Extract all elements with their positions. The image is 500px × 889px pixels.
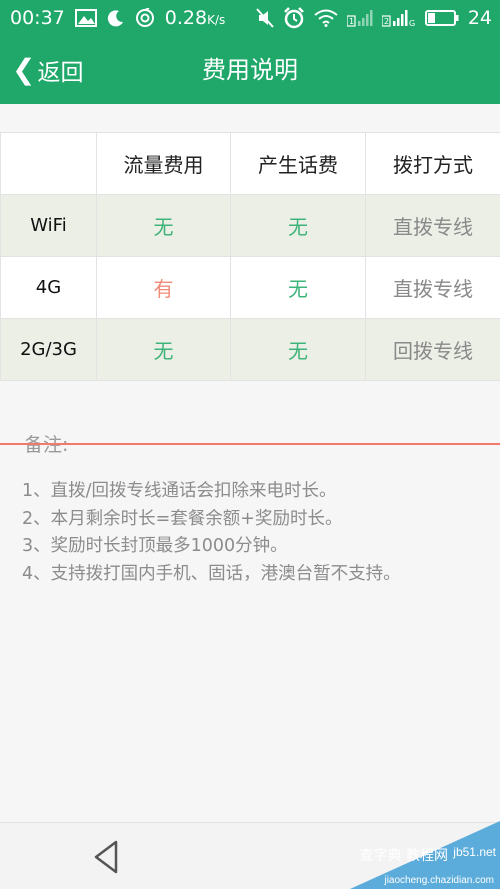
signal-icon-sim1: 1 (346, 9, 373, 27)
row-label: 2G/3G (0, 318, 97, 381)
wifi-icon (314, 9, 338, 27)
table-row: 4G 有 无 直拨专线 (0, 256, 500, 319)
image-icon (74, 9, 97, 27)
battery-icon (424, 9, 459, 27)
row-label: 4G (0, 256, 97, 319)
fee-table: 流量费用 产生话费 拨打方式 WiFi 无 无 直拨专线 4G 有 无 直拨专线… (0, 132, 500, 381)
note-item: 1、直拨/回拨专线通话会扣除来电时长。 (22, 481, 337, 501)
app-bar: ❮ 返回 费用说明 (0, 36, 500, 104)
page-title: 费用说明 (202, 56, 298, 84)
alarm-icon (283, 7, 305, 29)
battery-level: 24 (467, 7, 492, 29)
header: 00:37 0.28K/s 1 2 G 24 ❮ 返回 费用说明 (0, 0, 500, 104)
header-dial-mode: 拨打方式 (365, 132, 500, 195)
note-item: 2、本月剩余时长=套餐余额+奖励时长。 (22, 508, 343, 529)
data-rate: 0.28K/s (165, 7, 225, 29)
dial-mode-cell: 直拨专线 (365, 194, 500, 257)
header-data-fee: 流量费用 (96, 132, 231, 195)
notes-divider (0, 443, 500, 445)
status-bar: 00:37 0.28K/s 1 2 G 24 (0, 0, 500, 36)
data-fee-cell: 无 (96, 194, 231, 257)
data-fee-cell: 无 (96, 318, 231, 381)
dial-mode-cell: 直拨专线 (365, 256, 500, 319)
status-bar-left: 00:37 0.28K/s (10, 7, 225, 29)
header-call-fee: 产生话费 (230, 132, 366, 195)
table-row: WiFi 无 无 直拨专线 (0, 194, 500, 257)
data-fee-cell: 有 (96, 256, 231, 319)
sim1-label: 1 (349, 17, 354, 26)
call-fee-cell: 无 (230, 318, 366, 381)
mute-icon (256, 8, 274, 28)
note-item: 3、奖励时长封顶最多1000分钟。 (22, 536, 288, 556)
status-time: 00:37 (10, 7, 65, 29)
signal-icon-sim2: 2G (381, 9, 416, 27)
triangle-back-icon[interactable] (88, 839, 128, 875)
table-header-row: 流量费用 产生话费 拨打方式 (0, 132, 500, 195)
data-rate-unit: K/s (207, 13, 226, 27)
call-fee-cell: 无 (230, 194, 366, 257)
note-item: 4、支持拨打国内手机、固话，港澳台暂不支持。 (22, 563, 401, 584)
sim2-network: G (409, 19, 415, 27)
status-bar-right: 1 2G 24 (256, 7, 492, 29)
data-rate-value: 0.28 (164, 7, 208, 29)
row-label: WiFi (0, 194, 97, 257)
call-fee-cell: 无 (230, 256, 366, 319)
notes-list: 1、直拨/回拨专线通话会扣除来电时长。 2、本月剩余时长=套餐余额+奖励时长。 … (22, 478, 401, 588)
sync-icon (135, 8, 155, 28)
dial-mode-cell: 回拨专线 (365, 318, 500, 381)
moon-icon (107, 9, 125, 27)
table-row: 2G/3G 无 无 回拨专线 (0, 318, 500, 381)
navigation-bar (0, 822, 500, 889)
sim2-label: 2 (384, 17, 389, 26)
header-empty (0, 132, 97, 195)
